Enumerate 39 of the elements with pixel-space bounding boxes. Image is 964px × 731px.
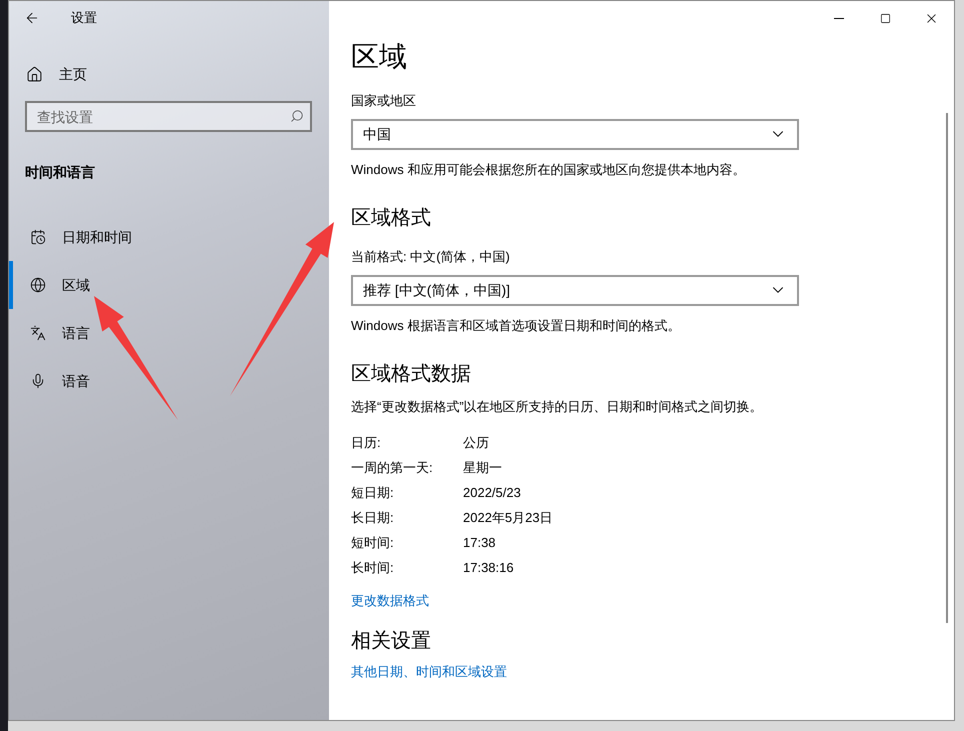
search-icon bbox=[290, 109, 304, 123]
language-icon bbox=[30, 325, 46, 341]
description-text: Windows 和应用可能会根据您所在的国家或地区向您提供本地内容。 bbox=[351, 160, 746, 178]
description-text: 选择“更改数据格式”以在地区所支持的日历、日期和时间格式之间切换。 bbox=[351, 398, 764, 416]
home-nav-item[interactable]: 主页 bbox=[9, 57, 329, 91]
search-field[interactable]: 查找设置 bbox=[25, 101, 312, 132]
related-settings-link[interactable]: 其他日期、时间和区域设置 bbox=[351, 662, 507, 682]
page-title: 区域 bbox=[351, 43, 408, 71]
format-value: 17:38 bbox=[463, 534, 496, 552]
country-dropdown[interactable]: 中国 bbox=[351, 118, 799, 150]
format-label: 长日期: bbox=[351, 509, 395, 528]
section-heading: 区域格式 bbox=[351, 206, 432, 231]
sidebar-item[interactable]: 语音 bbox=[9, 357, 249, 405]
field-label: 国家或地区 bbox=[351, 92, 417, 110]
calendar-clock-icon bbox=[30, 229, 46, 245]
section-heading: 相关设置 bbox=[351, 629, 432, 654]
section-heading: 区域格式数据 bbox=[351, 362, 472, 387]
description-text: Windows 根据语言和区域首选项设置日期和时间的格式。 bbox=[351, 316, 682, 334]
sidebar-item[interactable]: 日期和时间 bbox=[9, 213, 249, 261]
format-value: 2022年5月23日 bbox=[463, 509, 553, 528]
change-format-link[interactable]: 更改数据格式 bbox=[351, 590, 429, 610]
sidebar-item[interactable]: 语言 bbox=[9, 309, 249, 357]
format-label: 日历: bbox=[351, 434, 382, 452]
maximize-icon bbox=[880, 12, 890, 24]
field-label: 当前格式: 中文(简体，中国) bbox=[351, 248, 511, 266]
format-label: 一周的第一天: bbox=[351, 459, 434, 478]
format-value: 公历 bbox=[463, 434, 489, 452]
format-dropdown[interactable]: 推荐 [中文(简体，中国)] bbox=[351, 274, 799, 306]
window-title: 设置 bbox=[71, 9, 97, 28]
format-value: 17:38:16 bbox=[463, 559, 514, 578]
format-label: 短日期: bbox=[351, 484, 395, 502]
home-icon bbox=[26, 66, 43, 82]
microphone-icon bbox=[30, 373, 46, 389]
section-heading: 时间和语言 bbox=[25, 163, 96, 182]
format-label: 长时间: bbox=[351, 559, 395, 578]
format-value: 星期一 bbox=[463, 459, 502, 478]
format-label: 短时间: bbox=[351, 534, 395, 552]
globe-icon bbox=[30, 277, 46, 293]
format-value: 2022/5/23 bbox=[463, 484, 521, 502]
